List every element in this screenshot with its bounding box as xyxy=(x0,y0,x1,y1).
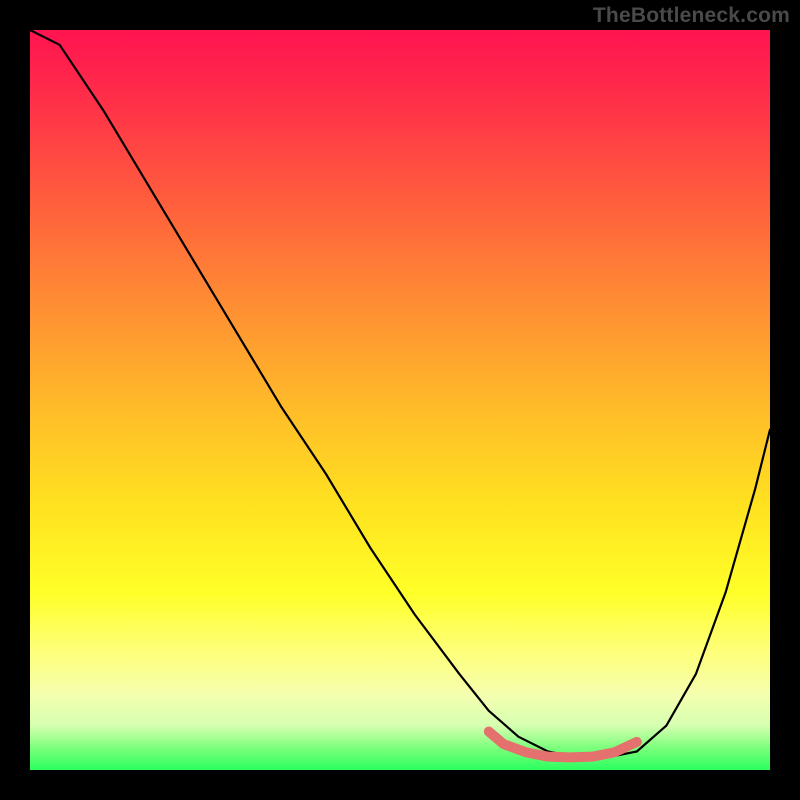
watermark-text: TheBottleneck.com xyxy=(593,4,790,28)
optimal-range-marker xyxy=(489,732,637,758)
plot-area xyxy=(30,30,770,770)
chart-stage: TheBottleneck.com xyxy=(0,0,800,800)
chart-svg xyxy=(30,30,770,770)
bottleneck-curve-line xyxy=(30,30,770,757)
